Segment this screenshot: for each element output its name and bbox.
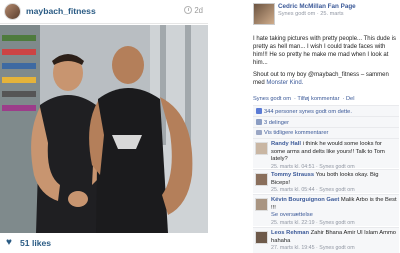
commenter-avatar[interactable]: [255, 142, 268, 155]
comment-body: Kévin Bourguignon Gaet Malik Arbo is the…: [271, 195, 399, 229]
share-action[interactable]: Del: [346, 96, 355, 102]
share-icon: [256, 119, 262, 125]
like-action[interactable]: Synes godt om: [253, 96, 291, 102]
comment-item: Leos Rehman Zahir Bhana Amir Ul Islam Am…: [253, 227, 399, 253]
tagged-link[interactable]: Monster Kind.: [266, 80, 303, 86]
comment-action[interactable]: Tilføj kommentar: [297, 96, 339, 102]
thumbs-up-icon: [256, 108, 262, 114]
post-photo[interactable]: [0, 25, 208, 233]
comment-meta: 25. marts kl. 05:44 · Synes godt om: [271, 187, 355, 194]
commenter-avatar[interactable]: [255, 231, 268, 244]
username-link[interactable]: maybach_fitness: [26, 6, 96, 16]
post-text: I hate taking pictures with pretty peopl…: [253, 36, 399, 91]
comment-body: Randy Hall i think he would some looks f…: [271, 139, 399, 173]
post-header: maybach_fitness 2d: [0, 0, 208, 24]
commenter-name[interactable]: Randy Hall: [271, 141, 301, 147]
comment-meta: 25. marts kl. 22:19 · Synes godt om: [271, 219, 355, 226]
commenter-name[interactable]: Kévin Bourguignon Gaet: [271, 197, 339, 203]
comment-meta: 27. marts kl. 19:45 · Synes godt om: [271, 245, 355, 252]
page-avatar[interactable]: [253, 3, 275, 25]
post-text-paragraph-2: Shout out to my boy @maybach_fitness – s…: [253, 72, 399, 88]
commenter-avatar[interactable]: [255, 198, 268, 211]
post-time: 2d: [184, 6, 203, 15]
likes-summary-text: 344 personer synes godt om dette.: [264, 109, 352, 115]
commenter-name[interactable]: Tommy Strauss: [271, 172, 314, 178]
page-name-link[interactable]: Cedric McMillan Fan Page: [278, 3, 356, 11]
clock-icon: [184, 6, 193, 14]
post-time-label: 2d: [194, 6, 203, 15]
view-earlier-comments[interactable]: Vis tidligere kommentarer: [253, 127, 399, 138]
commenter-avatar[interactable]: [255, 173, 268, 186]
likes-count[interactable]: 51 likes: [20, 238, 51, 248]
shares-summary[interactable]: 3 delinger: [253, 116, 399, 127]
instagram-post: maybach_fitness 2d ♥ 51 likes: [0, 0, 208, 253]
commenter-name[interactable]: Leos Rehman: [271, 230, 309, 236]
comment-body: Leos Rehman Zahir Bhana Amir Ul Islam Am…: [271, 228, 399, 253]
comment-item: Randy Hall i think he would some looks f…: [253, 138, 399, 170]
view-earlier-comments-text: Vis tidligere kommentarer: [264, 130, 329, 136]
comment-body: Tommy Strauss You both looks okay. Big B…: [271, 170, 399, 197]
post-meta: Synes godt om · 25. marts: [278, 11, 344, 17]
see-translation-link[interactable]: Se oversættelse: [271, 212, 313, 218]
facebook-post-panel: Cedric McMillan Fan Page Synes godt om ·…: [250, 0, 400, 253]
gym-photo-illustration: [0, 25, 208, 233]
heart-icon[interactable]: ♥: [6, 238, 12, 248]
post-text-paragraph-1: I hate taking pictures with pretty peopl…: [253, 36, 396, 66]
fb-post-header: Cedric McMillan Fan Page Synes godt om ·…: [250, 0, 400, 30]
post-actions: Synes godt om · Tilføj kommentar · Del: [253, 96, 355, 102]
avatar[interactable]: [4, 3, 21, 20]
comment-item: Kévin Bourguignon Gaet Malik Arbo is the…: [253, 194, 399, 226]
likes-summary[interactable]: 344 personer synes godt om dette.: [253, 105, 399, 116]
shares-summary-text: 3 delinger: [264, 120, 289, 126]
comment-bubble-icon: [256, 130, 262, 135]
post-footer: ♥ 51 likes: [0, 234, 208, 253]
comment-item: Tommy Strauss You both looks okay. Big B…: [253, 169, 399, 193]
